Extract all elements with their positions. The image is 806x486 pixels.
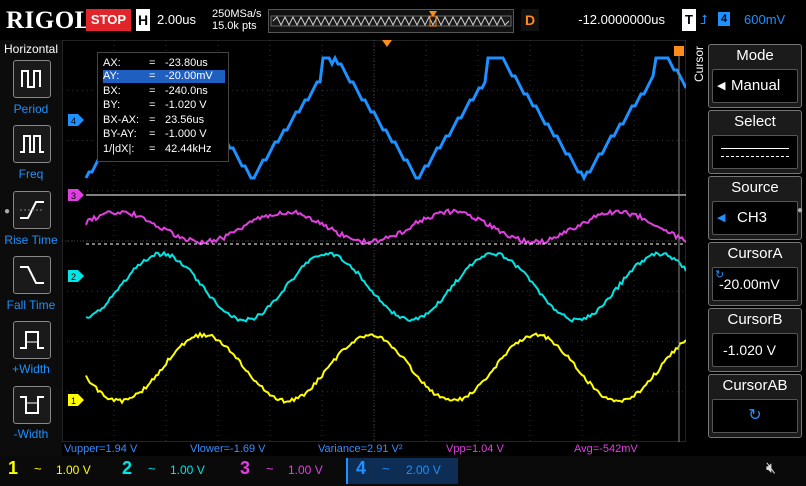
- cursor-row: 1/|dX|: = 42.44kHz: [103, 143, 225, 156]
- trigger-level-marker: [674, 46, 684, 56]
- sample-rate: 250MSa/s: [212, 8, 262, 20]
- negative-width-button[interactable]: [13, 386, 51, 424]
- channel-scale: 1.00 V: [288, 463, 323, 477]
- rise-time-button[interactable]: [13, 191, 51, 229]
- cursor-row: BY-AY: = -1.000 V: [103, 128, 225, 141]
- period-label: Period: [0, 102, 62, 116]
- cursor-row: AX: = -23.80us: [103, 57, 225, 70]
- left-arrow-icon: ◀: [717, 70, 725, 102]
- cursor-row: BX: = -240.0ns: [103, 85, 225, 98]
- cursor-row: BX-AX: = 23.56us: [103, 114, 225, 127]
- fall-time-label: Fall Time: [0, 298, 62, 312]
- period-icon: [14, 61, 50, 97]
- sound-mute-icon[interactable]: 🔇︎: [766, 460, 776, 478]
- positive-width-icon: [14, 322, 50, 358]
- trigger-source[interactable]: 4: [718, 12, 730, 26]
- select-softkey[interactable]: Select: [708, 110, 802, 174]
- cursor-b-title: CursorB: [709, 311, 801, 328]
- negative-width-icon: [14, 387, 50, 423]
- source-title: Source: [709, 179, 801, 196]
- menu-scroll-indicator[interactable]: ●: [4, 206, 10, 217]
- cursor-b-softkey[interactable]: CursorB -1.020 V: [708, 308, 802, 372]
- sample-rate-info: 250MSa/s 15.0k pts: [212, 8, 262, 32]
- timebase-value[interactable]: 2.00us: [157, 12, 196, 27]
- cursor-ab-title: CursorAB: [709, 377, 801, 394]
- channel-3-status[interactable]: 3 ~ 1.00 V: [236, 458, 346, 484]
- cursor-a-softkey[interactable]: CursorA ↻ -20.00mV: [708, 242, 802, 306]
- menu-scroll-indicator[interactable]: ●: [797, 205, 803, 216]
- positive-width-label: +Width: [0, 362, 62, 376]
- channel-4-status[interactable]: 4 ~ 2.00 V: [346, 458, 458, 484]
- rising-edge-icon: ⮥: [700, 12, 708, 28]
- trigger-level[interactable]: 600mV: [744, 12, 785, 27]
- measurement-vlower[interactable]: Vlower=-1.69 V: [190, 443, 316, 456]
- negative-width-label: -Width: [0, 427, 62, 441]
- memory-overview: [268, 9, 514, 33]
- ac-coupling-icon: ~: [148, 461, 156, 476]
- freq-label: Freq: [0, 167, 62, 181]
- run-stop-status[interactable]: STOP: [86, 9, 131, 31]
- delay-label: D: [521, 9, 539, 31]
- brand-logo: RIGOL: [6, 7, 92, 35]
- cursor-row-selected: AY: = -20.00mV: [103, 70, 225, 83]
- ac-coupling-icon: ~: [382, 461, 390, 476]
- mode-title: Mode: [709, 47, 801, 64]
- channel-1-marker-label: 1: [71, 396, 76, 406]
- channel-number: 2: [122, 458, 132, 479]
- channel-scale: 1.00 V: [170, 463, 205, 477]
- channel-2-marker-label: 2: [71, 272, 76, 282]
- cursor-readout-panel: AX: = -23.80us AY: = -20.00mV BX: = -240.0ns B…: [97, 52, 229, 162]
- channel-3-marker-label: 3: [71, 191, 76, 201]
- measurement-variance[interactable]: Variance=2.91 V²: [318, 443, 444, 456]
- menu-vertical-title: Cursor: [692, 46, 706, 82]
- measurement-avg[interactable]: Avg=-542mV: [574, 443, 686, 456]
- measurement-vpp[interactable]: Vpp=1.04 V: [446, 443, 572, 456]
- channel-scale: 1.00 V: [56, 463, 91, 477]
- freq-icon: [14, 126, 50, 162]
- rise-time-label: Rise Time: [0, 233, 62, 247]
- channel-4-marker-label: 4: [71, 116, 76, 126]
- fall-time-icon: [14, 257, 50, 293]
- channel-scale: 2.00 V: [406, 463, 441, 477]
- channel-2-status[interactable]: 2 ~ 1.00 V: [118, 458, 228, 484]
- cursor-a-value: -20.00mV: [719, 268, 780, 300]
- cursor-b-value-box: -1.020 V: [712, 333, 798, 367]
- knob-icon: ↻: [748, 407, 761, 424]
- select-line-solid: [721, 148, 789, 149]
- horizontal-label: H: [136, 9, 150, 31]
- freq-button[interactable]: [13, 125, 51, 163]
- memory-overview-waveform: [269, 10, 513, 32]
- select-value-box: [712, 135, 798, 169]
- cursor-ab-value-box: ↻: [712, 399, 798, 433]
- cursor-ab-softkey[interactable]: CursorAB ↻: [708, 374, 802, 438]
- mode-softkey[interactable]: Mode ◀ Manual: [708, 44, 802, 108]
- left-menu-title: Horizontal: [0, 42, 62, 56]
- memory-points: 15.0k pts: [212, 20, 262, 32]
- ac-coupling-icon: ~: [34, 461, 42, 476]
- select-line-dashed: [721, 156, 789, 157]
- channel-number: 4: [356, 458, 366, 479]
- source-value: CH3: [737, 202, 767, 234]
- channel-number: 3: [240, 458, 250, 479]
- channel-number: 1: [8, 458, 18, 479]
- mode-value: Manual: [731, 70, 780, 102]
- mode-value-box: ◀ Manual: [712, 69, 798, 103]
- source-value-box: ◀ CH3: [712, 201, 798, 235]
- select-title: Select: [709, 113, 801, 130]
- fall-time-button[interactable]: [13, 256, 51, 294]
- trigger-label: T: [682, 9, 696, 31]
- period-button[interactable]: [13, 60, 51, 98]
- channel-1-status[interactable]: 1 ~ 1.00 V: [4, 458, 114, 484]
- rise-time-icon: [14, 192, 50, 228]
- source-softkey[interactable]: Source ◀ CH3: [708, 176, 802, 240]
- cursor-a-value-box: ↻ -20.00mV: [712, 267, 798, 301]
- cursor-row: BY: = -1.020 V: [103, 99, 225, 112]
- ac-coupling-icon: ~: [266, 461, 274, 476]
- left-arrow-icon: ◀: [717, 202, 725, 234]
- cursor-b-value: -1.020 V: [723, 334, 776, 366]
- positive-width-button[interactable]: [13, 321, 51, 359]
- delay-value[interactable]: -12.0000000us: [545, 12, 665, 27]
- measurement-vupper[interactable]: Vupper=1.94 V: [64, 443, 188, 456]
